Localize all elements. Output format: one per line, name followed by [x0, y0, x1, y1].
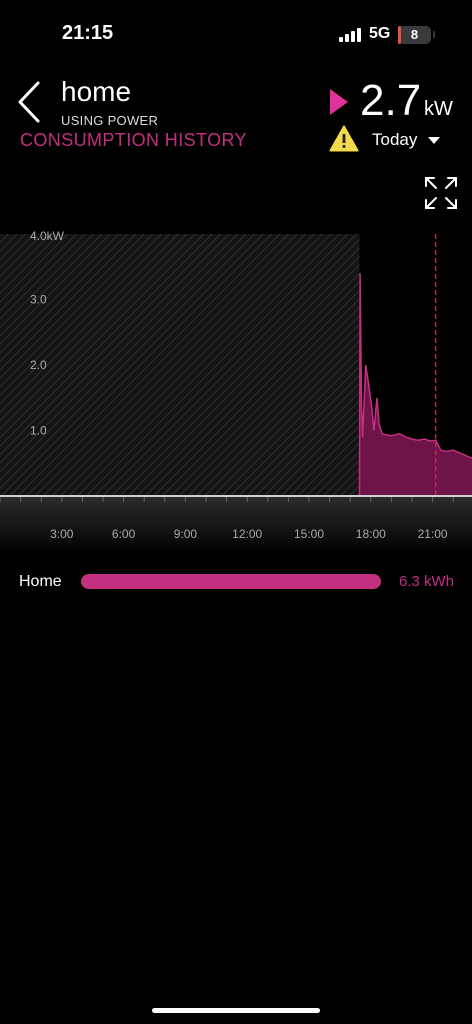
play-indicator-icon [330, 89, 348, 115]
consumption-area [359, 273, 472, 496]
warning-icon[interactable] [329, 125, 359, 152]
page-title: home [61, 76, 132, 107]
y-tick-label: 3.0 [30, 293, 47, 307]
cellular-signal-icon [339, 28, 361, 42]
x-tick-label: 9:00 [174, 527, 198, 541]
x-tick-label: 3:00 [50, 527, 74, 541]
home-indicator[interactable] [152, 1008, 320, 1013]
page-subtitle: USING POWER [61, 113, 159, 128]
y-tick-label: 1.0 [30, 424, 47, 438]
power-unit: kW [424, 98, 453, 120]
dropdown-caret-icon[interactable] [428, 137, 440, 145]
network-type: 5G [369, 25, 391, 42]
y-axis-unit-label: 4.0kW [30, 229, 65, 243]
section-title: CONSUMPTION HISTORY [20, 130, 247, 150]
x-tick-label: 18:00 [356, 527, 386, 541]
x-tick-label: 12:00 [232, 527, 262, 541]
x-tick-label: 21:00 [418, 527, 448, 541]
battery-percent: 8 [410, 27, 419, 42]
legend-name: Home [19, 573, 62, 590]
x-axis-band [0, 497, 472, 555]
battery-nub [433, 31, 435, 38]
consumption-chart[interactable]: 4.0kW 1.0 2.0 3.0 3:00 6:00 9:00 12:00 15:00 18:0… [0, 225, 472, 555]
expand-icon[interactable] [423, 175, 459, 211]
legend-value: 6.3 kWh [399, 573, 455, 590]
no-data-region [0, 234, 360, 496]
power-value: 2.7 [360, 76, 422, 125]
y-tick-label: 2.0 [30, 358, 47, 372]
status-time: 21:15 [62, 22, 114, 44]
back-chevron-icon[interactable] [14, 80, 44, 124]
legend-bar [81, 574, 381, 589]
battery-icon: 8 [398, 26, 431, 44]
period-dropdown[interactable]: Today [372, 130, 417, 150]
x-tick-label: 6:00 [112, 527, 136, 541]
x-tick-label: 15:00 [294, 527, 324, 541]
